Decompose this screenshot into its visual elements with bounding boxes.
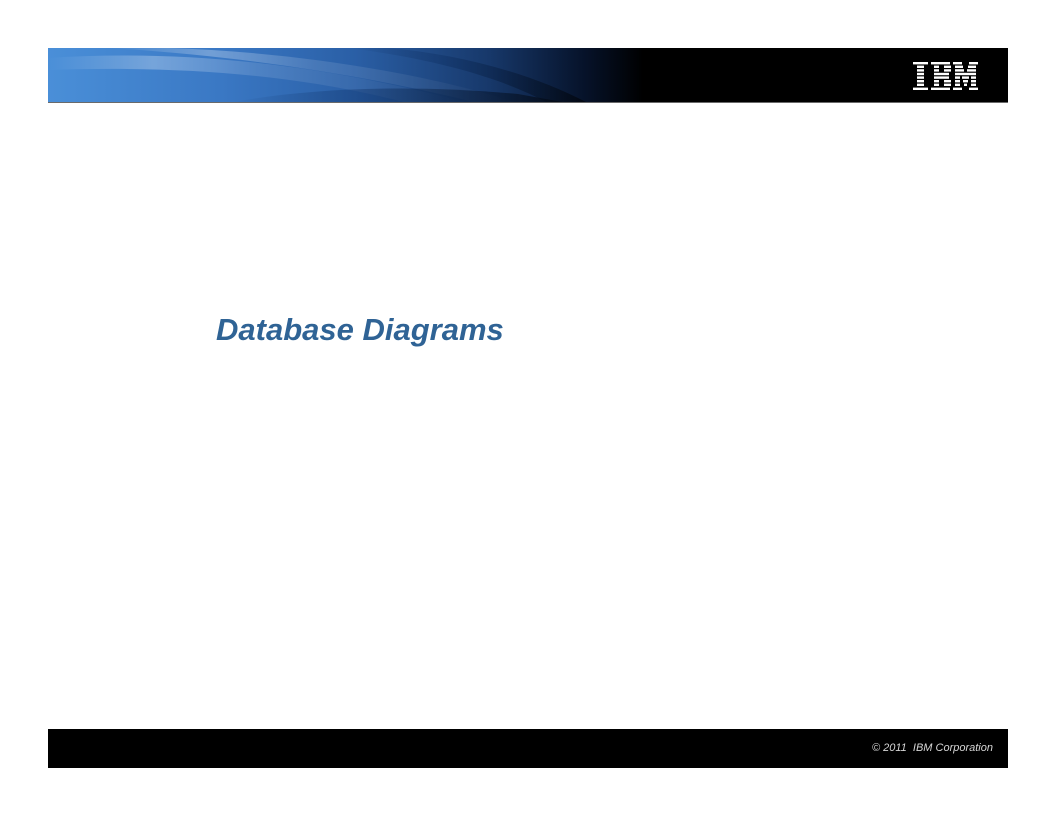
copyright-text: © 2011 IBM Corporation	[871, 742, 993, 754]
footer-band: © 2011 IBM Corporation	[48, 729, 1008, 768]
slide: Database Diagrams © 2011 IBM Corporation	[0, 0, 1056, 816]
header-swoosh-graphic	[48, 48, 588, 103]
header-divider	[48, 102, 1008, 103]
header-band	[48, 48, 1008, 103]
ibm-striped-logo-icon	[913, 62, 978, 90]
slide-title: Database Diagrams	[216, 312, 504, 347]
